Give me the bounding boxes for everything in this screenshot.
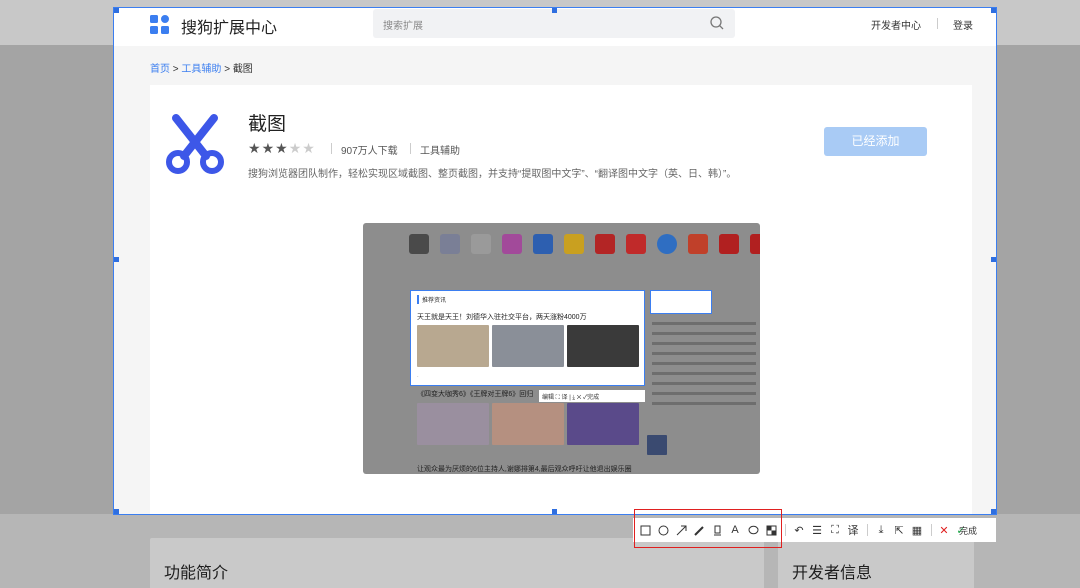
search-placeholder: 搜索扩展 bbox=[383, 21, 423, 32]
shortcut-icon bbox=[440, 234, 460, 254]
resize-handle[interactable] bbox=[114, 8, 119, 13]
preview-bottom-text: 让观众最为厌烦的6位主持人,谢娜排第4,最后观众呼吁让他退出娱乐圈 bbox=[417, 466, 632, 473]
app-title: 截图 bbox=[248, 114, 287, 135]
intro-title: 功能简介 bbox=[164, 565, 229, 582]
breadcrumb: 首页 > 工具辅助 > 截图 bbox=[150, 64, 253, 75]
ocr-icon[interactable]: ☰ bbox=[809, 518, 825, 542]
preview-thumbnail bbox=[567, 325, 639, 367]
star-empty-icon: ★ bbox=[288, 140, 303, 156]
resize-handle[interactable] bbox=[552, 509, 557, 514]
shortcut-icon bbox=[564, 234, 584, 254]
preview-article-title: 《四变大咖秀6》《王牌对王牌6》回归 bbox=[417, 391, 534, 398]
shortcut-icon bbox=[657, 234, 677, 254]
shortcut-icon bbox=[502, 234, 522, 254]
app-card: 截图 ★★★★★ 907万人下载 工具辅助 搜狗浏览器团队制作，轻松实现区域截图… bbox=[150, 85, 972, 514]
preview-thumbnail bbox=[492, 325, 564, 367]
breadcrumb-current: 截图 bbox=[232, 64, 253, 75]
preview-panel-tag: 推荐资讯 bbox=[417, 295, 446, 304]
breadcrumb-home[interactable]: 首页 bbox=[150, 64, 170, 75]
cancel-icon[interactable]: ✕ bbox=[936, 518, 952, 542]
resize-handle[interactable] bbox=[991, 257, 996, 262]
scissors-icon bbox=[166, 114, 224, 174]
capture-region[interactable]: 搜狗扩展中心 搜索扩展 开发者中心 登录 首页 > 工具辅助 > 截图 截图 ★… bbox=[113, 7, 997, 515]
preview-thumbnail bbox=[492, 403, 564, 445]
star-icon: ★ bbox=[261, 140, 276, 156]
done-button[interactable]: 完成 bbox=[959, 524, 977, 537]
share-icon[interactable]: ⇱ bbox=[891, 518, 907, 542]
preview-thumbnail bbox=[567, 403, 639, 445]
add-button[interactable]: 已经添加 bbox=[824, 127, 927, 156]
app-category[interactable]: 工具辅助 bbox=[420, 142, 460, 157]
toolbar-divider bbox=[785, 524, 786, 536]
app-description: 搜狗浏览器团队制作，轻松实现区域截图、整页截图，并支持“提取图中文字”、“翻译图… bbox=[248, 169, 737, 180]
shortcut-icon bbox=[533, 234, 553, 254]
preview-shortcut-row bbox=[409, 234, 760, 274]
shortcut-icon bbox=[409, 234, 429, 254]
fullpage-icon[interactable]: ⛶ bbox=[827, 518, 843, 542]
preview-headline: 天王就是天王！刘德华入驻社交平台，两天涨粉4000万 bbox=[417, 314, 587, 321]
logo-icon bbox=[150, 15, 169, 34]
meta-divider bbox=[331, 143, 332, 154]
resize-handle[interactable] bbox=[114, 509, 119, 514]
shortcut-icon bbox=[750, 234, 760, 254]
search-icon[interactable] bbox=[709, 15, 725, 31]
preview-selection: 推荐资讯 天王就是天王！刘德华入驻社交平台，两天涨粉4000万 · bbox=[410, 290, 645, 386]
header-divider bbox=[937, 18, 938, 29]
meta-divider bbox=[410, 143, 411, 154]
preview-thumbnail bbox=[647, 435, 667, 455]
login-link[interactable]: 登录 bbox=[953, 17, 973, 32]
toolbar-divider bbox=[867, 524, 868, 536]
resize-handle[interactable] bbox=[552, 8, 557, 13]
shortcut-icon bbox=[719, 234, 739, 254]
undo-icon[interactable]: ↶ bbox=[791, 518, 807, 542]
breadcrumb-category[interactable]: 工具辅助 bbox=[181, 64, 221, 75]
resize-handle[interactable] bbox=[991, 8, 996, 13]
star-icon: ★ bbox=[248, 140, 262, 156]
developer-title: 开发者信息 bbox=[792, 565, 873, 582]
rating-stars: ★★★★★ bbox=[248, 140, 316, 157]
star-icon: ★ bbox=[275, 140, 289, 156]
resize-handle[interactable] bbox=[991, 509, 996, 514]
search-input[interactable]: 搜索扩展 bbox=[373, 9, 735, 38]
preview-thumbnail bbox=[417, 325, 489, 367]
preview-mini-selection bbox=[650, 290, 712, 314]
star-empty-icon: ★ bbox=[302, 140, 316, 156]
highlight-annotation bbox=[634, 509, 782, 548]
translate-icon[interactable]: 译 bbox=[845, 518, 861, 542]
resize-handle[interactable] bbox=[114, 257, 119, 262]
preview-mini-toolbar: 编辑 ⛶ 译 | ⤓ ✕ ✓完成 bbox=[539, 390, 645, 402]
site-title[interactable]: 搜狗扩展中心 bbox=[181, 14, 277, 38]
shortcut-icon bbox=[595, 234, 615, 254]
site-header: 搜狗扩展中心 搜索扩展 开发者中心 登录 bbox=[114, 8, 996, 46]
preview-thumbnail bbox=[417, 403, 489, 445]
preview-meta: · bbox=[417, 374, 419, 380]
shortcut-icon bbox=[688, 234, 708, 254]
shortcut-icon bbox=[471, 234, 491, 254]
shortcut-icon bbox=[626, 234, 646, 254]
download-icon[interactable]: ⤓ bbox=[873, 518, 889, 542]
qrcode-icon[interactable]: ▦ bbox=[909, 518, 925, 542]
dev-center-link[interactable]: 开发者中心 bbox=[871, 17, 921, 32]
toolbar-divider bbox=[931, 524, 932, 536]
preview-screenshot: 推荐资讯 天王就是天王！刘德华入驻社交平台，两天涨粉4000万 · 编辑 ⛶ 译… bbox=[363, 223, 760, 474]
download-count: 907万人下载 bbox=[341, 146, 398, 157]
